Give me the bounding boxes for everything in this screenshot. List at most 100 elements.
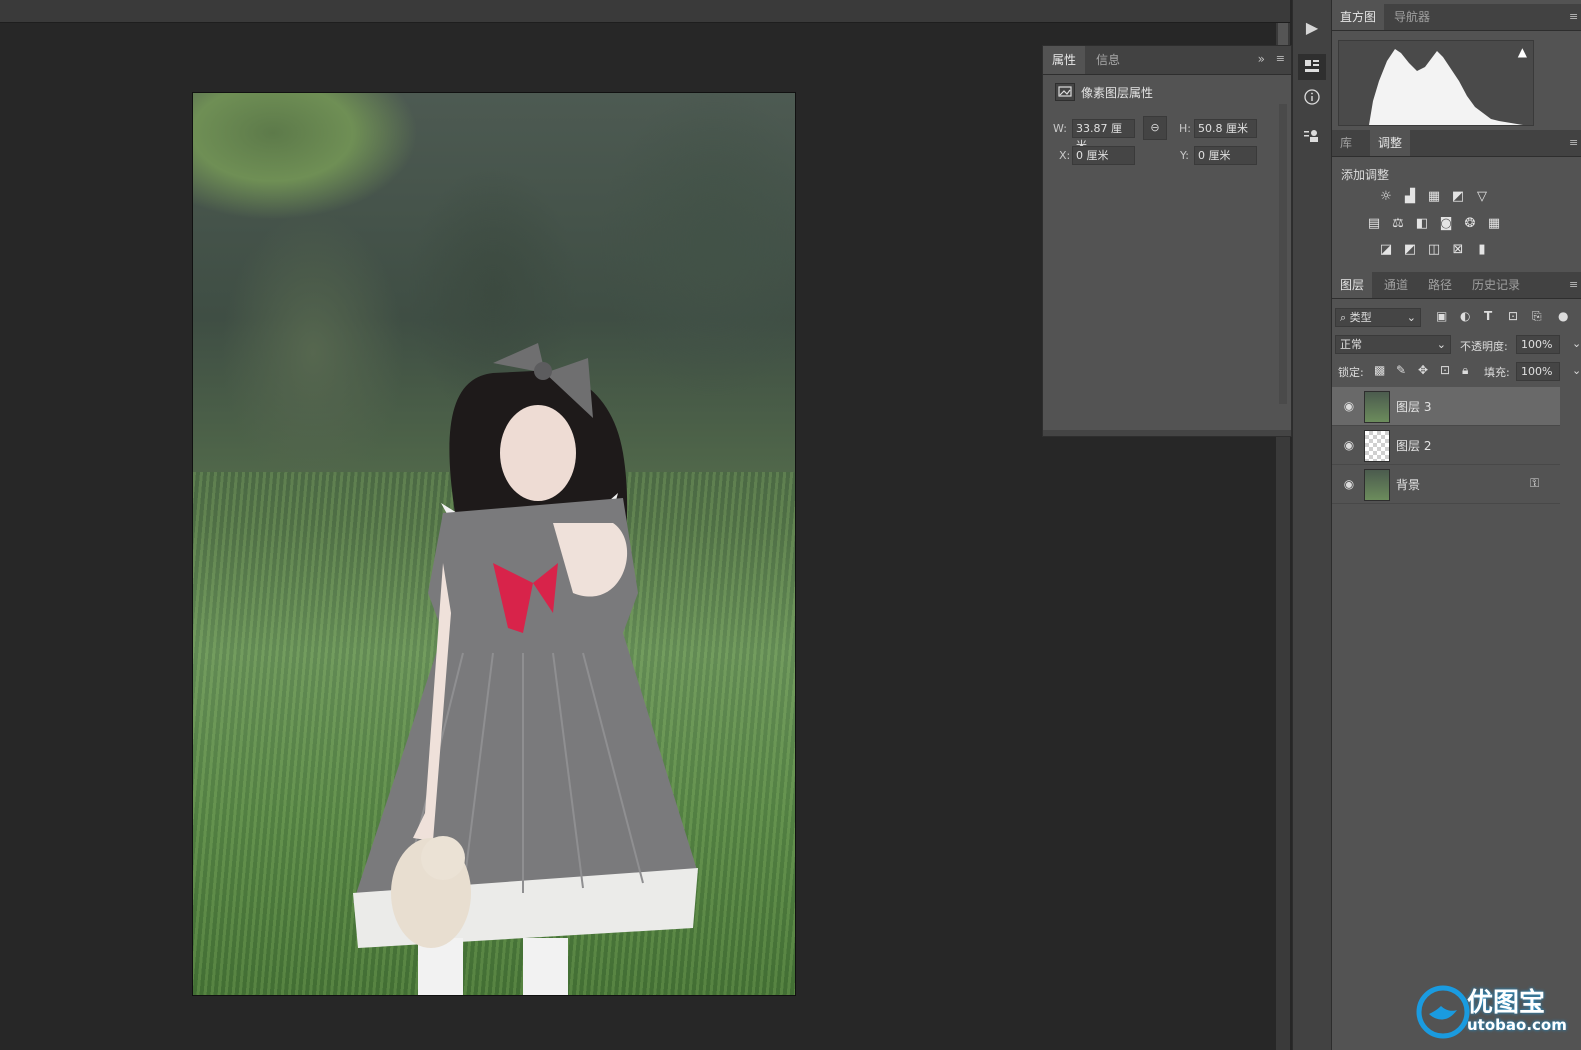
tab-history[interactable]: 历史记录 — [1464, 272, 1528, 298]
curves-icon[interactable]: ▦ — [1426, 189, 1442, 205]
layer-row[interactable]: ◉ 图层 2 — [1332, 426, 1560, 465]
info-icon[interactable] — [1298, 84, 1326, 110]
invert-icon[interactable]: ◪ — [1378, 242, 1394, 258]
tab-layers[interactable]: 图层 — [1332, 272, 1373, 298]
x-label: X: — [1059, 149, 1071, 162]
tab-navigator[interactable]: 导航器 — [1386, 4, 1438, 30]
opacity-field[interactable]: 100% — [1516, 335, 1560, 354]
x-field[interactable]: 0 厘米 — [1072, 146, 1135, 165]
layer-row[interactable]: ◉ 图层 3 — [1332, 387, 1560, 426]
lock-artboard-icon[interactable]: ⊡ — [1440, 363, 1450, 377]
layer-filter-select[interactable]: ⌕ 类型 ⌄ — [1335, 308, 1421, 327]
black-white-icon[interactable]: ◧ — [1414, 216, 1430, 232]
gradient-map-icon[interactable]: ▮ — [1474, 242, 1490, 258]
y-field[interactable]: 0 厘米 — [1194, 146, 1257, 165]
brightness-contrast-icon[interactable]: ☼ — [1378, 189, 1394, 205]
y-label: Y: — [1180, 149, 1189, 162]
filter-smart-object-icon[interactable]: ⎘ — [1532, 309, 1542, 324]
layer-name[interactable]: 背景 — [1396, 476, 1420, 493]
play-icon[interactable]: ▶ — [1298, 14, 1326, 40]
fill-slider-chevron-icon[interactable]: ⌄ — [1572, 364, 1581, 377]
fill-label: 填充: — [1484, 366, 1510, 379]
layer-lock-icon[interactable]: ⚿ — [1530, 476, 1539, 491]
layer-thumbnail — [1364, 469, 1390, 501]
twitter-bird-logo-icon — [1416, 985, 1470, 1039]
opacity-slider-chevron-icon[interactable]: ⌄ — [1572, 337, 1581, 350]
photo-filter-icon[interactable]: ◙ — [1438, 216, 1454, 232]
layer-thumbnail — [1364, 391, 1390, 423]
scrollbar-thumb[interactable] — [1278, 23, 1288, 45]
lock-label: 锁定: — [1338, 366, 1364, 379]
visibility-eye-icon[interactable]: ◉ — [1342, 399, 1356, 413]
cache-warning-icon[interactable]: ▲ — [1518, 45, 1527, 59]
adjustments-tabs: 库 调整 ≡ — [1332, 130, 1581, 157]
search-icon: ⌕ — [1340, 311, 1347, 324]
tab-info[interactable]: 信息 — [1087, 46, 1129, 74]
levels-icon[interactable]: ▟ — [1402, 189, 1418, 205]
properties-scrollbar[interactable] — [1279, 104, 1287, 404]
lock-all-icon[interactable]: 🔒︎ — [1462, 363, 1468, 378]
collapse-panel-icon[interactable]: » — [1258, 52, 1265, 66]
add-adjustment-title: 添加调整 — [1341, 168, 1390, 182]
lock-transparent-icon[interactable]: ▩ — [1374, 363, 1385, 377]
link-dimensions-icon[interactable]: ⊖ — [1143, 116, 1167, 140]
vibrance-icon[interactable]: ▽ — [1474, 189, 1490, 205]
threshold-icon[interactable]: ◫ — [1426, 242, 1442, 258]
hue-saturation-icon[interactable]: ▤ — [1366, 216, 1382, 232]
histogram-tabs: 直方图 导航器 ≡ — [1332, 4, 1581, 31]
filter-pixel-icon[interactable]: ▣ — [1436, 309, 1447, 323]
tab-libraries[interactable]: 库 — [1332, 130, 1360, 156]
filter-toggle-icon[interactable]: ● — [1558, 309, 1568, 323]
properties-tabs: 属性 信息 » ≡ — [1043, 46, 1291, 75]
filter-adjustment-icon[interactable]: ◐ — [1460, 309, 1470, 323]
visibility-eye-icon[interactable]: ◉ — [1342, 438, 1356, 452]
layer-name[interactable]: 图层 2 — [1396, 437, 1431, 454]
tab-histogram[interactable]: 直方图 — [1332, 4, 1385, 30]
tab-adjustments[interactable]: 调整 — [1370, 130, 1411, 156]
panel-menu-icon[interactable]: ≡ — [1276, 52, 1285, 65]
layer-thumbnail — [1364, 430, 1390, 462]
properties-resize-bar[interactable] — [1043, 430, 1291, 436]
channel-mixer-icon[interactable]: ❂ — [1462, 216, 1478, 232]
tab-properties[interactable]: 属性 — [1043, 46, 1086, 74]
width-label: W: — [1053, 122, 1067, 135]
layers-menu-icon[interactable]: ≡ — [1569, 278, 1581, 291]
blend-mode-value: 正常 — [1340, 338, 1362, 351]
watermark-domain: utobao.com — [1467, 1016, 1567, 1034]
layers-tabs: 图层 通道 路径 历史记录 ≡ — [1332, 272, 1581, 299]
filter-shape-icon[interactable]: ⊡ — [1508, 309, 1518, 323]
width-field[interactable]: 33.87 厘米 — [1072, 119, 1135, 152]
tab-paths[interactable]: 路径 — [1420, 272, 1460, 298]
visibility-eye-icon[interactable]: ◉ — [1342, 477, 1356, 491]
layer-name[interactable]: 图层 3 — [1396, 398, 1431, 415]
adjustments-menu-icon[interactable]: ≡ — [1569, 136, 1581, 149]
chevron-down-icon: ⌄ — [1436, 338, 1446, 351]
photo-girl-figure — [353, 343, 698, 995]
opacity-label: 不透明度: — [1460, 340, 1508, 353]
histogram-menu-icon[interactable]: ≡ — [1569, 10, 1581, 23]
posterize-icon[interactable]: ◩ — [1402, 242, 1418, 258]
document-photo[interactable] — [192, 92, 796, 996]
section-title: 像素图层属性 — [1081, 86, 1154, 100]
layer-row[interactable]: ◉ 背景 ⚿ — [1332, 465, 1560, 504]
clone-source-icon[interactable] — [1298, 124, 1326, 150]
chevron-down-icon: ⌄ — [1406, 311, 1416, 324]
watermark: 优图宝 utobao.com — [1415, 982, 1581, 1042]
watermark-brand: 优图宝 — [1467, 988, 1546, 1018]
fill-field[interactable]: 100% — [1516, 362, 1560, 381]
document-tab-bar — [0, 0, 1290, 23]
color-lookup-icon[interactable]: ▦ — [1486, 216, 1502, 232]
lock-pixels-icon[interactable]: ✎ — [1396, 363, 1406, 377]
layer-filter-label: 类型 — [1349, 311, 1372, 324]
properties-icon[interactable] — [1298, 54, 1326, 80]
exposure-icon[interactable]: ◩ — [1450, 189, 1466, 205]
filter-type-icon[interactable]: T — [1484, 309, 1492, 323]
selective-color-icon[interactable]: ⊠ — [1450, 242, 1466, 258]
height-field[interactable]: 50.8 厘米 — [1194, 119, 1257, 138]
blend-mode-select[interactable]: 正常 ⌄ — [1335, 335, 1451, 354]
tab-channels[interactable]: 通道 — [1376, 272, 1416, 298]
right-panel-dock: 直方图 导航器 ≡ ▲ 库 调整 ≡ 添加调整 ☼ ▟ ▦ ◩ ▽ ▤ ⚖ ◧ … — [1332, 0, 1581, 1050]
color-balance-icon[interactable]: ⚖ — [1390, 216, 1406, 232]
histogram-display: ▲ — [1338, 40, 1534, 126]
lock-position-icon[interactable]: ✥ — [1418, 363, 1428, 377]
